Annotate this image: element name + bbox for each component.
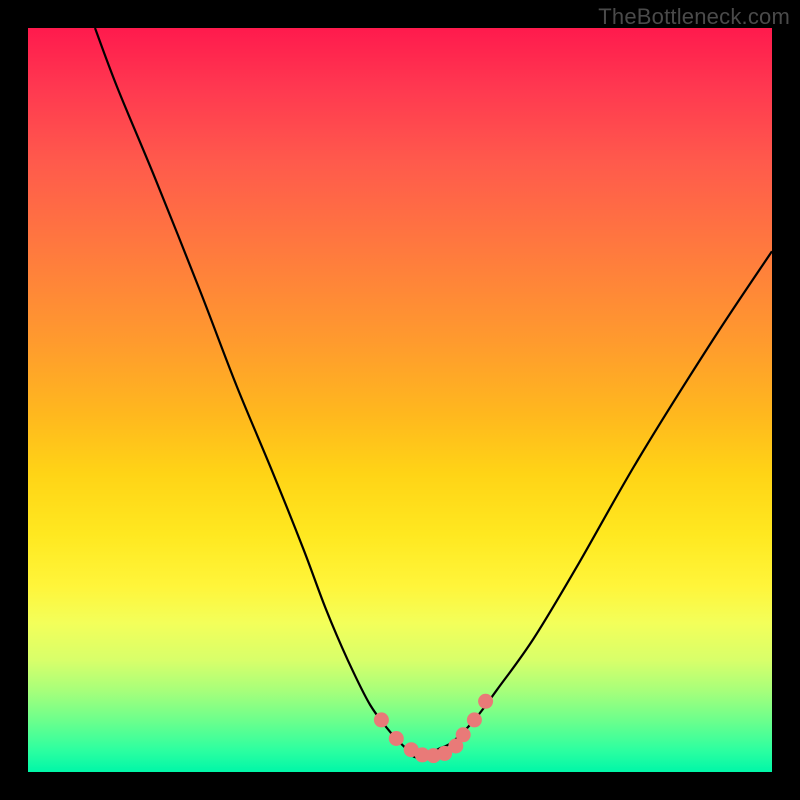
curve-layer (28, 28, 772, 772)
highlight-dot (456, 727, 471, 742)
highlight-dot (389, 731, 404, 746)
highlight-dot (426, 748, 441, 763)
highlight-dot (467, 712, 482, 727)
chart-frame: TheBottleneck.com (0, 0, 800, 800)
highlight-dot (374, 712, 389, 727)
highlight-dot (448, 739, 463, 754)
highlight-dot (415, 747, 430, 762)
highlight-dot (404, 742, 419, 757)
watermark-text: TheBottleneck.com (598, 4, 790, 30)
plot-area (28, 28, 772, 772)
highlight-dot (437, 746, 452, 761)
highlight-dot (478, 694, 493, 709)
bottleneck-curve (95, 28, 772, 758)
